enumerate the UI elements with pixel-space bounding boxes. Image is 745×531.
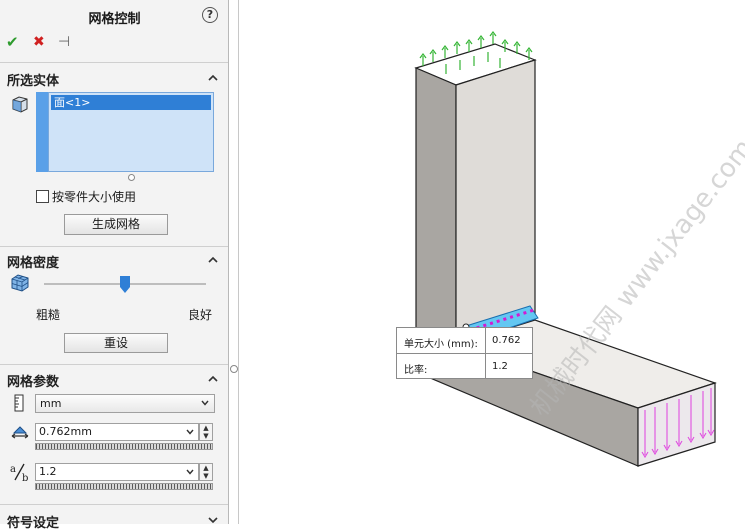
element-size-input[interactable]: 0.762mm [35, 423, 199, 441]
element-size-thumbwheel[interactable] [35, 443, 213, 450]
use-part-size-checkbox[interactable] [36, 190, 49, 203]
section-header-mesh-density[interactable]: 网格密度 [7, 252, 59, 271]
chevron-down-icon[interactable] [186, 428, 194, 436]
cancel-icon[interactable]: ✖ [33, 34, 45, 50]
vertical-block-left-face [415, 67, 457, 357]
reset-button[interactable]: 重设 [64, 333, 168, 353]
collapse-chevron-icon[interactable] [208, 255, 218, 265]
tooltip-element-size-value: 0.762 [492, 335, 521, 346]
panel-splitter[interactable] [229, 0, 239, 524]
unit-select[interactable]: mm [35, 394, 215, 413]
list-item-face[interactable]: 面<1> [51, 95, 211, 110]
svg-text:b: b [22, 473, 28, 482]
divider [0, 62, 228, 63]
ratio-input[interactable]: 1.2 [35, 463, 199, 481]
mesh-size-tooltip: 单元大小 (mm): 0.762 比率: 1.2 [396, 327, 533, 379]
face-icon [12, 96, 28, 113]
ratio-icon: a b [10, 463, 28, 482]
divider [0, 246, 228, 247]
property-manager-panel: 网格控制 ? ✔ ✖ ⊣ 所选实体 面<1> 按零件大小使用 生成网格 网格密度… [0, 0, 229, 531]
ratio-spinner[interactable]: ▲ ▼ [199, 463, 213, 481]
tooltip-element-size-label: 单元大小 (mm): [404, 339, 478, 350]
fine-label: 良好 [188, 308, 213, 322]
element-size-value: 0.762mm [39, 425, 92, 438]
pin-icon[interactable]: ⊣ [58, 34, 70, 50]
chevron-down-icon [201, 400, 209, 406]
collapse-chevron-icon[interactable] [208, 73, 218, 83]
collapse-chevron-icon[interactable] [208, 374, 218, 384]
divider [0, 364, 228, 365]
tooltip-row-ratio: 比率: 1.2 [397, 354, 534, 379]
vertical-block-front-face [455, 59, 536, 346]
tooltip-ratio-label: 比率: [404, 365, 428, 376]
panel-title: 网格控制 [88, 12, 141, 27]
section-header-mesh-parameters[interactable]: 网格参数 [7, 371, 59, 390]
mesh-density-slider-thumb[interactable] [120, 276, 130, 293]
chevron-down-icon[interactable] [186, 468, 194, 476]
mesh-density-icon [11, 274, 29, 292]
svg-text:a: a [10, 464, 16, 475]
element-size-icon [11, 426, 29, 439]
tooltip-ratio-value: 1.2 [492, 361, 508, 372]
use-part-size-label[interactable]: 按零件大小使用 [52, 188, 136, 205]
divider [0, 504, 228, 505]
selected-entities-list[interactable]: 面<1> [48, 92, 214, 172]
splitter-grip[interactable] [230, 365, 238, 373]
section-header-selected-entities[interactable]: 所选实体 [7, 70, 59, 89]
help-icon[interactable]: ? [202, 7, 218, 23]
section-header-symbol-settings[interactable]: 符号设定 [7, 512, 59, 531]
ok-icon[interactable]: ✔ [6, 34, 19, 50]
tooltip-row-element-size: 单元大小 (mm): 0.762 [397, 328, 534, 353]
ratio-value: 1.2 [39, 465, 57, 478]
create-mesh-button[interactable]: 生成网格 [64, 214, 168, 235]
ratio-thumbwheel[interactable] [35, 483, 213, 490]
element-size-spinner[interactable]: ▲ ▼ [199, 423, 213, 441]
list-resize-handle[interactable] [128, 174, 135, 181]
ruler-icon [14, 394, 24, 412]
unit-select-value: mm [40, 397, 62, 410]
selection-list-indicator [36, 92, 48, 172]
coarse-label: 粗糙 [36, 308, 61, 322]
